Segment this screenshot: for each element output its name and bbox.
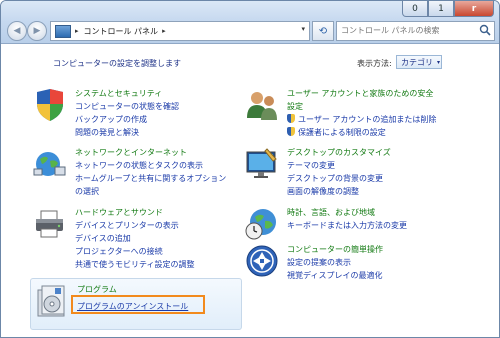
category-hardware-sound: ハードウェアとサウンド デバイスとプリンターの表示 デバイスの追加 プロジェクタ… bbox=[33, 207, 243, 273]
close-icon: r bbox=[471, 3, 477, 14]
link-change-theme[interactable]: テーマの変更 bbox=[287, 160, 335, 171]
category-title-clock-language-region[interactable]: 時計、言語、および地域 bbox=[287, 207, 375, 218]
back-arrow-icon: ◀ bbox=[13, 26, 21, 36]
link-homegroup-sharing-options[interactable]: ホームグループと共有に関するオプション bbox=[75, 173, 226, 184]
link-network-status-tasks[interactable]: ネットワークの状態とタスクの表示 bbox=[75, 160, 203, 171]
ease-of-access-icon[interactable] bbox=[245, 244, 279, 278]
page-title: コンピューターの設定を調整します bbox=[53, 59, 181, 68]
link-devices-printers[interactable]: デバイスとプリンターの表示 bbox=[75, 220, 179, 231]
control-panel-icon bbox=[55, 24, 71, 38]
search-input[interactable] bbox=[341, 22, 471, 38]
network-globe-icon[interactable] bbox=[33, 147, 67, 181]
clock-globe-icon[interactable] bbox=[245, 207, 279, 241]
category-title-network-internet[interactable]: ネットワークとインターネット bbox=[75, 147, 187, 158]
window-controls: 0 1 r bbox=[402, 1, 494, 17]
category-user-accounts: ユーザー アカウントと家族のための安全 設定 ユーザー アカウントの追加または削… bbox=[245, 88, 465, 144]
title-bar: 0 1 r ◀ ▶ ▸ コントロール パネル ▸ ▾ ⟲ bbox=[1, 1, 499, 44]
search-box[interactable] bbox=[336, 21, 495, 41]
link-add-device[interactable]: デバイスの追加 bbox=[75, 233, 131, 244]
maximize-icon: 1 bbox=[438, 3, 444, 14]
uac-shield-icon bbox=[287, 127, 295, 136]
address-bar[interactable]: ▸ コントロール パネル ▸ ▾ bbox=[50, 21, 310, 41]
back-button[interactable]: ◀ bbox=[7, 21, 27, 41]
category-title-desktop-customization[interactable]: デスクトップのカスタマイズ bbox=[287, 147, 391, 158]
highlight-box bbox=[71, 295, 205, 314]
refresh-button[interactable]: ⟲ bbox=[312, 21, 334, 41]
close-button[interactable]: r bbox=[454, 1, 494, 17]
printer-icon[interactable] bbox=[33, 207, 67, 241]
link-check-computer-status[interactable]: コンピューターの状態を確認 bbox=[75, 101, 179, 112]
category-title-user-accounts[interactable]: ユーザー アカウントと家族のための安全 bbox=[287, 88, 433, 99]
breadcrumb-control-panel[interactable]: コントロール パネル bbox=[84, 26, 159, 37]
category-title-ease-of-access[interactable]: コンピューターの簡単操作 bbox=[287, 244, 383, 255]
category-title-system-security[interactable]: システムとセキュリティ bbox=[75, 88, 162, 99]
link-connect-projector[interactable]: プロジェクターへの接続 bbox=[75, 246, 163, 257]
search-icon[interactable] bbox=[479, 24, 491, 36]
minimize-icon: 0 bbox=[412, 3, 418, 14]
forward-button[interactable]: ▶ bbox=[27, 21, 47, 41]
desktop-customization-icon[interactable] bbox=[245, 147, 279, 181]
link-homegroup-sharing-options-cont[interactable]: の選択 bbox=[75, 186, 99, 197]
link-optimize-visual-display[interactable]: 視覚ディスプレイの最適化 bbox=[287, 270, 382, 281]
link-find-fix-problems[interactable]: 問題の発見と解決 bbox=[75, 127, 139, 138]
category-title-programs[interactable]: プログラム bbox=[77, 284, 117, 295]
users-icon[interactable] bbox=[245, 88, 279, 122]
view-by-dropdown[interactable]: カテゴリ ▾ bbox=[396, 55, 442, 69]
link-suggested-settings[interactable]: 設定の提案の表示 bbox=[287, 257, 351, 268]
link-mobility-settings[interactable]: 共通で使うモビリティ設定の調整 bbox=[75, 259, 195, 270]
link-parental-controls-label: 保護者による制限の設定 bbox=[298, 128, 386, 137]
category-network-internet: ネットワークとインターネット ネットワークの状態とタスクの表示 ホームグループと… bbox=[33, 147, 253, 203]
link-adjust-screen-resolution[interactable]: 画面の解像度の調整 bbox=[287, 186, 359, 197]
content-area: コンピューターの設定を調整します 表示方法: カテゴリ ▾ システムとセキュリテ… bbox=[1, 44, 499, 337]
category-title-user-accounts-cont[interactable]: 設定 bbox=[287, 101, 303, 112]
breadcrumb-separator[interactable]: ▸ bbox=[75, 27, 79, 35]
chevron-down-icon: ▾ bbox=[437, 58, 441, 66]
category-system-security: システムとセキュリティ コンピューターの状態を確認 バックアップの作成 問題の発… bbox=[33, 88, 243, 144]
uac-shield-icon bbox=[287, 114, 295, 123]
maximize-button[interactable]: 1 bbox=[428, 1, 454, 17]
security-shield-icon[interactable] bbox=[33, 88, 67, 122]
category-desktop-customization: デスクトップのカスタマイズ テーマの変更 デスクトップの背景の変更 画面の解像度… bbox=[245, 147, 465, 203]
category-clock-language-region: 時計、言語、および地域 キーボードまたは入力方法の変更 bbox=[245, 207, 465, 241]
category-title-hardware-sound[interactable]: ハードウェアとサウンド bbox=[75, 207, 163, 218]
view-by-value: カテゴリ bbox=[401, 57, 433, 67]
link-parental-controls[interactable]: 保護者による制限の設定 bbox=[287, 127, 386, 138]
view-by-label: 表示方法: bbox=[357, 59, 392, 68]
link-add-remove-accounts[interactable]: ユーザー アカウントの追加または削除 bbox=[287, 114, 436, 125]
breadcrumb-separator-after[interactable]: ▸ bbox=[162, 27, 166, 35]
link-create-backup[interactable]: バックアップの作成 bbox=[75, 114, 147, 125]
link-change-keyboard-input[interactable]: キーボードまたは入力方法の変更 bbox=[287, 220, 407, 231]
minimize-button[interactable]: 0 bbox=[402, 1, 428, 17]
forward-arrow-icon: ▶ bbox=[33, 26, 41, 36]
address-dropdown-icon[interactable]: ▾ bbox=[301, 25, 305, 33]
link-change-desktop-background[interactable]: デスクトップの背景の変更 bbox=[287, 173, 383, 184]
link-add-remove-accounts-label: ユーザー アカウントの追加または削除 bbox=[298, 115, 437, 124]
programs-icon[interactable] bbox=[36, 284, 70, 320]
control-panel-window: 0 1 r ◀ ▶ ▸ コントロール パネル ▸ ▾ ⟲ コンピューターの設定を… bbox=[0, 0, 500, 338]
refresh-icon: ⟲ bbox=[318, 25, 328, 37]
category-ease-of-access: コンピューターの簡単操作 設定の提案の表示 視覚ディスプレイの最適化 bbox=[245, 244, 465, 288]
